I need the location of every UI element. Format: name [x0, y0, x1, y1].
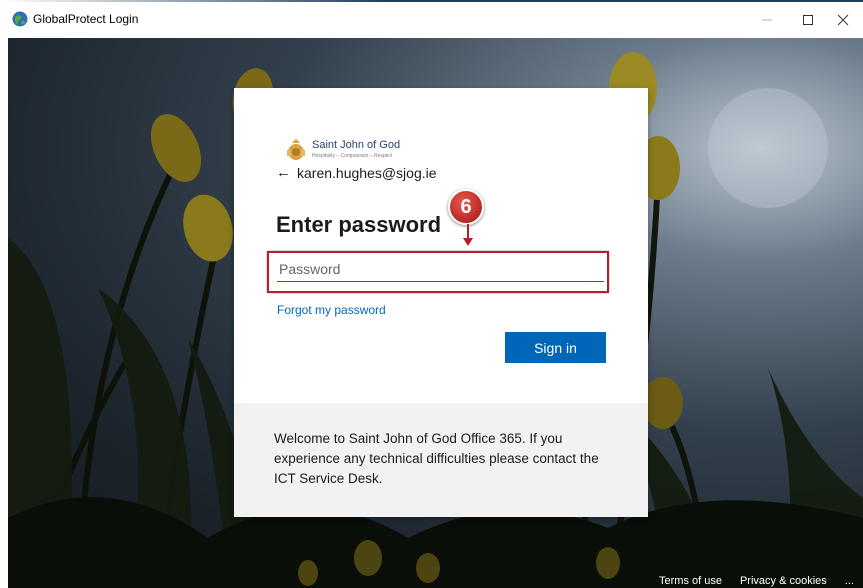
- sign-in-button[interactable]: Sign in: [505, 332, 606, 363]
- step-number-badge: 6: [448, 189, 484, 225]
- notice-text: Welcome to Saint John of God Office 365.…: [274, 431, 599, 486]
- account-back-row[interactable]: ← karen.hughes@sjog.ie: [276, 164, 437, 181]
- login-card: Saint John of God Hospitality – Compassi…: [234, 88, 648, 517]
- maximize-button[interactable]: [788, 6, 828, 34]
- footer-links: Terms of use Privacy & cookies ...: [659, 575, 854, 587]
- back-arrow-icon[interactable]: ←: [276, 164, 291, 181]
- terms-of-use-link[interactable]: Terms of use: [659, 575, 722, 587]
- window-title: GlobalProtect Login: [33, 12, 139, 26]
- crest-icon: [287, 139, 305, 160]
- close-button[interactable]: [823, 6, 863, 34]
- minimize-button[interactable]: [747, 6, 787, 34]
- minimize-icon: [762, 19, 772, 21]
- notice-panel: Welcome to Saint John of God Office 365.…: [234, 403, 648, 517]
- account-email: karen.hughes@sjog.ie: [297, 164, 437, 181]
- privacy-cookies-link[interactable]: Privacy & cookies: [740, 575, 827, 587]
- page-title: Enter password: [276, 212, 442, 237]
- brand-tagline: Hospitality – Compassion – Respect: [312, 153, 393, 159]
- forgot-password-link[interactable]: Forgot my password: [277, 303, 386, 317]
- globalprotect-icon: [12, 11, 28, 27]
- annotation-arrow-icon: [463, 224, 473, 246]
- maximize-icon: [803, 15, 813, 25]
- more-options-button[interactable]: ...: [845, 575, 854, 587]
- annotation-highlight-box: [267, 251, 609, 293]
- brand-name: Saint John of God: [312, 139, 401, 151]
- organization-logo: Saint John of God Hospitality – Compassi…: [284, 138, 444, 162]
- close-icon: [837, 14, 849, 26]
- window-titlebar: GlobalProtect Login: [0, 0, 863, 38]
